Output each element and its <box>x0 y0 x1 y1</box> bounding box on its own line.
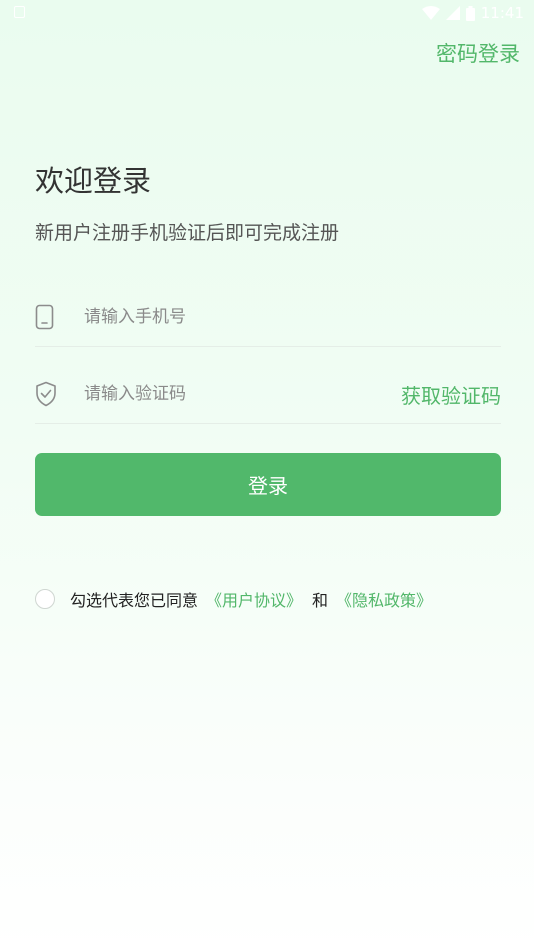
get-code-button[interactable]: 获取验证码 <box>401 380 501 409</box>
verification-code-input[interactable] <box>84 374 401 414</box>
agreement-prefix: 勾选代表您已同意 <box>70 591 199 610</box>
login-button[interactable]: 登录 <box>35 453 501 516</box>
phone-icon <box>35 303 61 331</box>
password-login-link[interactable]: 密码登录 <box>436 38 520 68</box>
code-input-row: 获取验证码 <box>35 365 501 424</box>
battery-icon <box>465 5 475 21</box>
user-agreement-link[interactable]: 《用户协议》 <box>206 587 302 611</box>
wifi-icon <box>421 6 440 20</box>
status-icons: 11:41 <box>421 4 524 22</box>
notification-icon <box>14 6 25 18</box>
agreement-checkbox[interactable] <box>35 589 55 609</box>
agreement-and: 和 <box>312 591 329 610</box>
phone-input-row <box>35 288 501 347</box>
phone-input[interactable] <box>84 297 501 337</box>
shield-check-icon <box>35 380 61 408</box>
signal-icon <box>445 6 460 20</box>
page-title: 欢迎登录 <box>35 164 152 198</box>
agreement-row: 勾选代表您已同意 《用户协议》 和 《隐私政策》 <box>35 586 432 612</box>
status-bar: 11:41 <box>0 0 534 26</box>
privacy-policy-link[interactable]: 《隐私政策》 <box>336 587 432 611</box>
status-time: 11:41 <box>480 4 524 22</box>
page-subtitle: 新用户注册手机验证后即可完成注册 <box>35 222 340 244</box>
